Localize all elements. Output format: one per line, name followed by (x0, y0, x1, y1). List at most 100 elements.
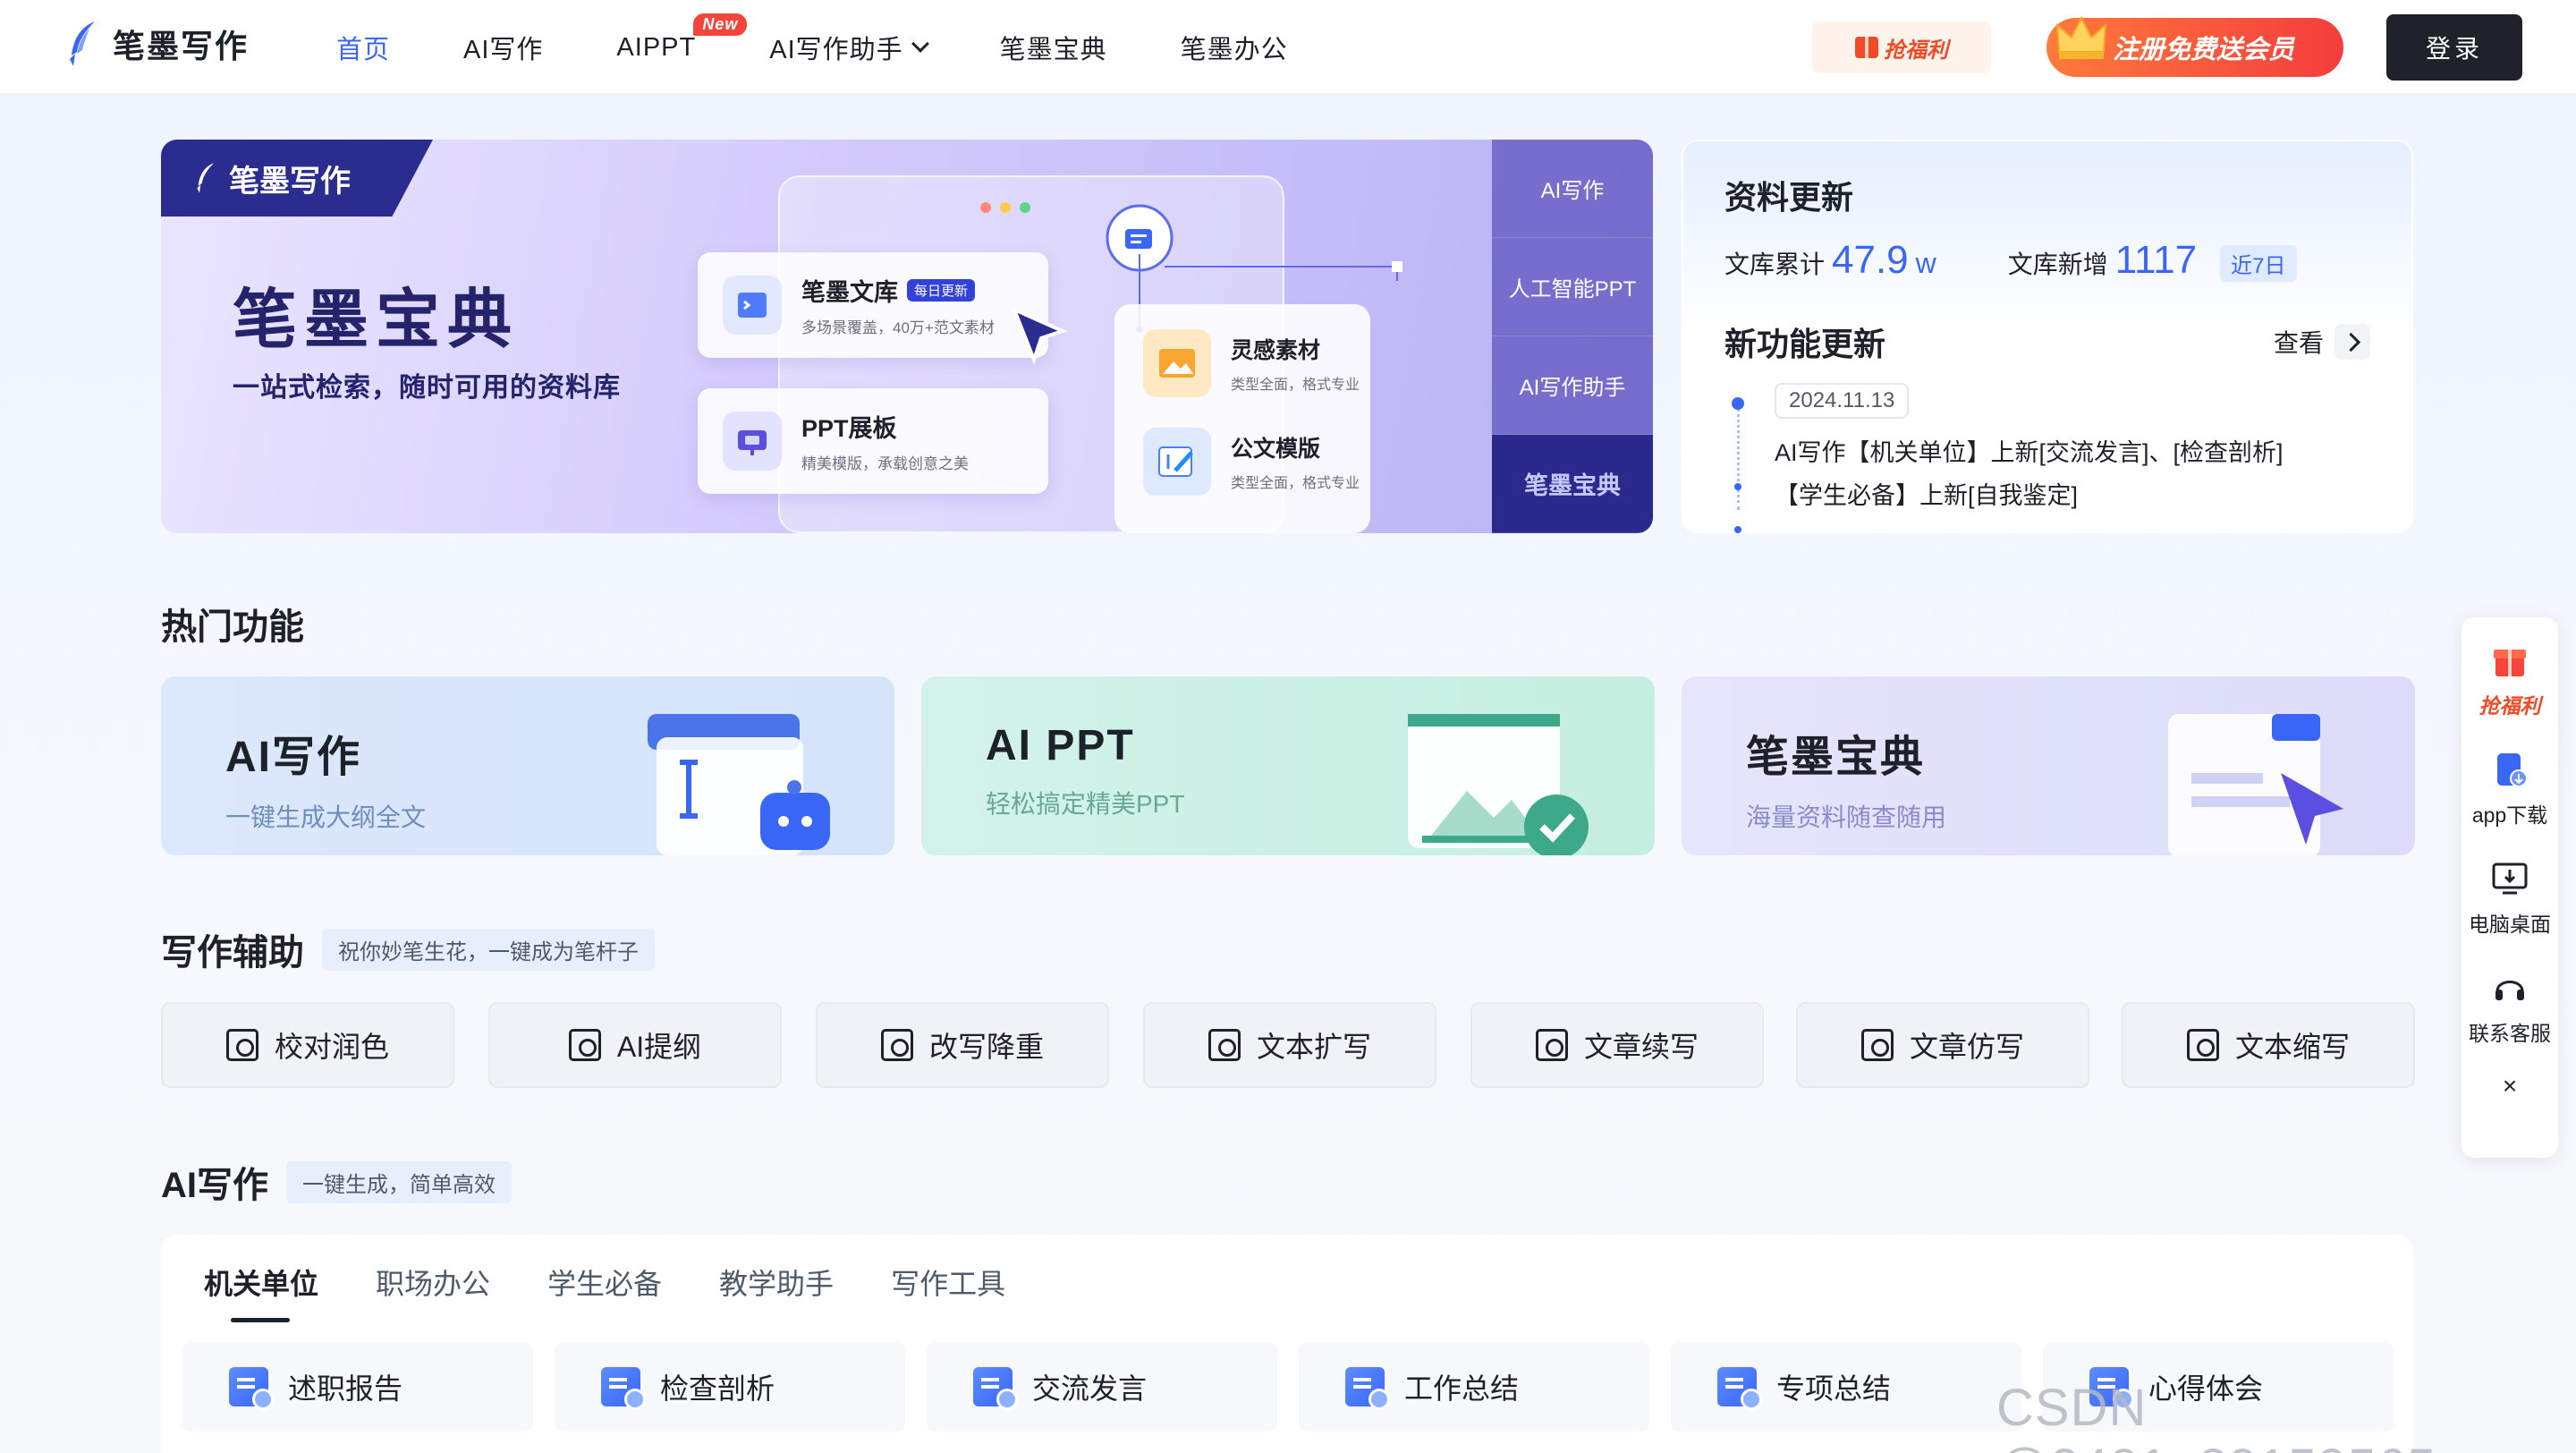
window-dots (980, 202, 1030, 213)
view-more-link[interactable]: 查看 (2274, 324, 2370, 360)
nav-aippt-label: AIPPT (616, 32, 697, 62)
tab-teaching[interactable]: 教学助手 (719, 1262, 834, 1303)
update-title: 资料更新 (1724, 179, 1854, 216)
assist-imitate-button[interactable]: 文章仿写 (1796, 1002, 2089, 1088)
document-icon (601, 1367, 646, 1410)
nav-ai-assistant-label: AI写作助手 (769, 36, 903, 64)
nav-bimo-office[interactable]: 笔墨办公 (1181, 29, 1288, 66)
new-feature-header: 新功能更新 查看 (1724, 319, 2370, 365)
ppt-title: PPT展板 (801, 415, 897, 442)
library-new-value: 1117 (2114, 238, 2198, 282)
assist-label: 文章续写 (1583, 1031, 1699, 1063)
tab-writing-tools[interactable]: 写作工具 (891, 1262, 1005, 1303)
edit-doc-icon (1143, 428, 1211, 496)
continue-icon (1535, 1029, 1568, 1061)
doc-item[interactable]: 述职报告 (182, 1342, 533, 1432)
document-icon (229, 1367, 274, 1410)
float-app-label: app下载 (2471, 803, 2548, 827)
new-feature-title: 新功能更新 (1724, 326, 1886, 362)
library-total-unit: w (1915, 247, 1936, 279)
daily-update-badge: 每日更新 (907, 279, 976, 302)
timeline-dot (1734, 526, 1741, 533)
hero-banner[interactable]: 笔墨写作 笔墨宝典 一站式检索，随时可用的资料库 笔墨文库 每日更新 多场景覆盖，… (161, 140, 1653, 533)
tab-student[interactable]: 学生必备 (547, 1262, 662, 1303)
app-download-icon (2497, 753, 2528, 787)
library-icon (723, 276, 782, 335)
assist-proofread-button[interactable]: 校对润色 (161, 1002, 454, 1088)
banner-subtitle: 一站式检索，随时可用的资料库 (233, 373, 621, 403)
float-app-download-button[interactable]: app下载 (2472, 750, 2547, 828)
banner-side-bimo-dictionary[interactable]: 笔墨宝典 (1492, 435, 1653, 533)
close-icon[interactable]: × (2503, 1072, 2517, 1100)
assist-label: 改写降重 (928, 1031, 1044, 1063)
nav-ai-writing[interactable]: AI写作 (463, 29, 543, 66)
assist-continue-button[interactable]: 文章续写 (1470, 1002, 1764, 1088)
nav-bimo-dictionary[interactable]: 笔墨宝典 (1000, 29, 1107, 66)
watermark: CSDN @2401_89159565 (1996, 1379, 2436, 1453)
float-welfare-button[interactable]: 抢福利 (2479, 641, 2541, 719)
hot-bimo-dictionary-card[interactable]: 笔墨宝典 海量资料随查随用 (1682, 676, 2415, 855)
writing-assist-title: 写作辅助 祝你妙笔生花，一键成为笔杆子 (161, 923, 655, 975)
update-stats: 文库累计 47.9 w 文库新增 1117 近7日 (1724, 238, 2370, 283)
official-template-title: 公文模版 (1231, 437, 1321, 462)
banner-side-ai-ppt[interactable]: 人工智能PPT (1492, 238, 1653, 336)
brand-logo[interactable]: 笔墨写作 (64, 20, 249, 68)
chevron-right-icon (2334, 324, 2370, 360)
inspiration-card[interactable]: 灵感素材 类型全面，格式专业 (1143, 319, 1376, 408)
assist-rewrite-button[interactable]: 改写降重 (816, 1002, 1109, 1088)
inspiration-desc: 类型全面，格式专业 (1231, 378, 1360, 393)
assist-outline-button[interactable]: AI提纲 (488, 1002, 782, 1088)
library-card[interactable]: 笔墨文库 每日更新 多场景覆盖，40万+范文素材 (698, 252, 1048, 358)
headset-icon (2496, 981, 2524, 1000)
hot-features-label: 热门功能 (161, 608, 304, 647)
writing-assist-label: 写作辅助 (161, 933, 304, 973)
doc-item[interactable]: 专项总结 (1671, 1342, 2021, 1432)
assist-expand-button[interactable]: 文本扩写 (1143, 1002, 1436, 1088)
float-desktop-button[interactable]: 电脑桌面 (2469, 859, 2551, 938)
welfare-label: 抢福利 (1884, 38, 1948, 63)
official-template-card[interactable]: 公文模版 类型全面，格式专业 (1143, 417, 1376, 506)
rewrite-icon (880, 1029, 913, 1061)
nav-aippt[interactable]: AIPPT New (616, 13, 748, 63)
banner-title: 笔墨宝典 (233, 285, 520, 356)
ppt-board-card[interactable]: PPT展板 精美模版，承载创意之美 (698, 388, 1048, 494)
doc-label: 检查剖析 (660, 1372, 775, 1405)
desktop-icon (2492, 862, 2528, 895)
doc-item[interactable]: 检查剖析 (555, 1342, 905, 1432)
timeline-line (1737, 403, 1740, 510)
library-total-stat: 文库累计 47.9 w (1724, 238, 1936, 283)
assist-condense-button[interactable]: 文本缩写 (2122, 1002, 2415, 1088)
assist-label: AI提纲 (616, 1031, 702, 1063)
gift-icon (2494, 650, 2526, 676)
folder-robot-icon (648, 714, 830, 855)
hot-ai-ppt-card[interactable]: AI PPT 轻松搞定精美PPT (921, 676, 1655, 855)
doc-item[interactable]: 交流发言 (927, 1342, 1277, 1432)
ppt-picture-icon (1408, 714, 1589, 855)
doc-item[interactable]: 工作总结 (1299, 1342, 1649, 1432)
nav-ai-assistant[interactable]: AI写作助手 (769, 29, 929, 66)
doc-label: 交流发言 (1032, 1372, 1148, 1405)
ai-writing-section-label: AI写作 (161, 1166, 268, 1205)
tab-government[interactable]: 机关单位 (204, 1262, 318, 1322)
hot-ai-writing-card[interactable]: AI写作 一键生成大纲全文 (161, 676, 894, 855)
main-nav: 首页 AI写作 AIPPT New AI写作助手 笔墨宝典 笔墨办公 (336, 0, 1361, 95)
inspiration-title: 灵感素材 (1231, 338, 1321, 363)
login-button[interactable]: 登录 (2386, 14, 2522, 81)
welfare-button[interactable]: 抢福利 (1812, 21, 1991, 73)
banner-side-ai-writing[interactable]: AI写作 (1492, 140, 1653, 238)
banner-brand-label: 笔墨写作 (229, 164, 351, 199)
tab-workplace[interactable]: 职场办公 (376, 1262, 490, 1303)
float-support-button[interactable]: 联系客服 (2469, 968, 2551, 1047)
proofread-icon (225, 1029, 258, 1061)
banner-side-ai-assistant[interactable]: AI写作助手 (1492, 336, 1653, 435)
crown-icon (2055, 15, 2107, 59)
nav-home[interactable]: 首页 (336, 29, 390, 66)
writing-assist-tag: 祝你妙笔生花，一键成为笔杆子 (322, 928, 655, 971)
ai-writing-section-title: AI写作 一键生成，简单高效 (161, 1156, 512, 1208)
imitate-icon (1860, 1029, 1894, 1061)
timeline-dot (1734, 483, 1741, 490)
update-timeline: 2024.11.13 AI写作【机关单位】上新[交流发言]、[检查剖析] 【学生… (1724, 383, 2370, 533)
gift-icon (1855, 37, 1878, 58)
assist-label: 文本扩写 (1256, 1031, 1371, 1063)
register-vip-button[interactable]: 注册免费送会员 (2046, 15, 2343, 77)
